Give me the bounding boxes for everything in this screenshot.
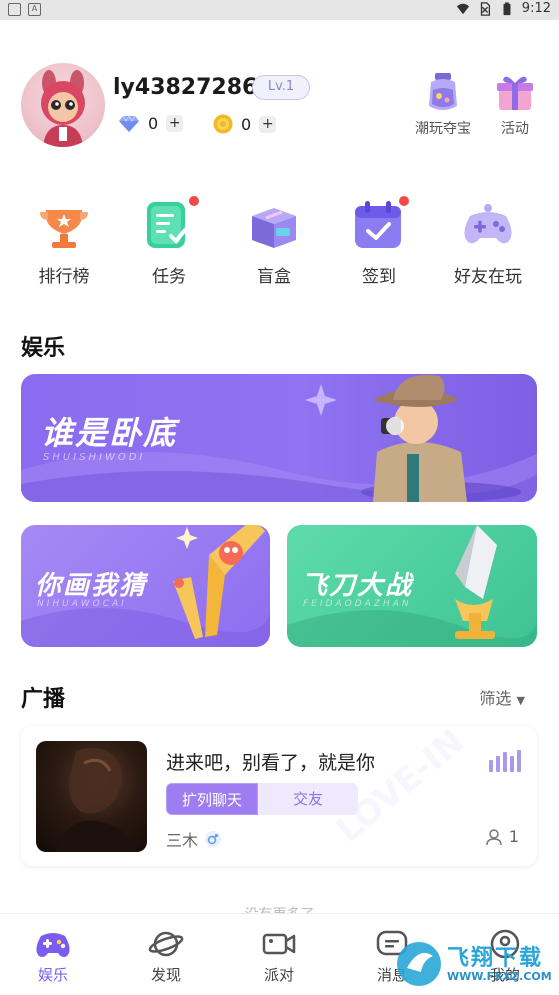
video-camera-icon: [262, 933, 296, 955]
filter-label: 筛选: [479, 689, 512, 708]
undercover-subtitle: SHUISHIWODI: [43, 452, 146, 463]
checkin-badge: [397, 194, 411, 208]
no-sim-icon: [480, 1, 490, 16]
gift-box-icon: [497, 76, 533, 110]
flying-knife-title: 飞刀大战: [301, 571, 414, 601]
tag-chat: 扩列聊天: [166, 783, 258, 815]
diamond-recharge-button[interactable]: +: [166, 115, 184, 132]
broadcast-text: 进来吧，别看了，就是你: [166, 752, 376, 774]
app-notification-icon: A: [28, 3, 41, 16]
notification-icon: [8, 3, 21, 16]
battery-icon: [503, 1, 511, 15]
broadcast-cover: [36, 741, 147, 852]
quick-task[interactable]: 任务: [124, 194, 214, 287]
diamond-count: 0: [148, 114, 159, 133]
diamond-icon: [119, 114, 139, 132]
owner-name: 三木: [166, 831, 199, 850]
filter-button[interactable]: 筛选 ▼: [479, 685, 525, 709]
quick-checkin[interactable]: 签到: [334, 194, 424, 287]
quick-blind-box[interactable]: 盲盒: [229, 198, 319, 287]
coin-count: 0: [241, 114, 252, 134]
diamond-balance: 0 +: [118, 114, 184, 133]
gamepad-icon: [464, 204, 512, 244]
treasure-button[interactable]: 潮玩夺宝: [408, 70, 478, 138]
quick-checkin-label: 签到: [362, 267, 396, 287]
status-bar: A 9:12: [0, 0, 559, 20]
coin-balance: 0 +: [213, 114, 277, 134]
trophy-icon: [40, 210, 88, 248]
flying-knife-subtitle: FEIDAODAZHAN: [303, 599, 412, 609]
gamepad-icon: [36, 933, 70, 957]
quick-friends-playing-label: 好友在玩: [454, 267, 522, 287]
tab-party[interactable]: 派对: [239, 928, 319, 985]
task-badge: [187, 194, 201, 208]
undercover-title: 谁是卧底: [41, 414, 178, 452]
avatar[interactable]: [21, 63, 105, 147]
coin-recharge-button[interactable]: +: [259, 115, 277, 133]
person-icon: [486, 828, 502, 845]
tab-party-label: 派对: [263, 966, 294, 984]
game-banner-undercover[interactable]: 谁是卧底 SHUISHIWODI: [21, 374, 537, 502]
quick-blind-box-label: 盲盒: [257, 267, 291, 287]
quick-task-label: 任务: [152, 267, 186, 287]
activity-label: 活动: [501, 121, 529, 137]
avatar-illustration: [41, 70, 85, 147]
listener-count: 1: [485, 827, 519, 846]
cover-illustration: [56, 748, 136, 852]
level-badge: Lv.1: [252, 75, 310, 100]
broadcast-title: 广播: [21, 687, 66, 712]
male-icon: [205, 831, 222, 847]
entertainment-title: 娱乐: [21, 336, 66, 361]
treasure-bottle-icon: [429, 73, 457, 110]
watermark-title: 飞翔下载: [447, 946, 544, 971]
caret-down-icon: ▼: [516, 694, 525, 707]
username: ly43827286: [113, 75, 258, 100]
game-banner-flying-knife[interactable]: 飞刀大战 FEIDAODAZHAN: [287, 525, 537, 647]
watermark-url: WWW.FXXZ.COM: [447, 970, 552, 983]
tab-entertainment-label: 娱乐: [37, 966, 68, 984]
listener-count-value: 1: [508, 827, 519, 846]
tab-discover[interactable]: 发现: [126, 928, 206, 985]
planet-icon: [148, 931, 184, 957]
status-time: 9:12: [521, 1, 551, 16]
audio-wave-icon: [489, 750, 521, 772]
coin-icon: [213, 114, 233, 134]
wifi-icon: [456, 3, 469, 14]
activity-button[interactable]: 活动: [480, 70, 550, 138]
broadcast-owner: 三木: [166, 827, 222, 851]
game-banner-draw-guess[interactable]: 你画我猜 NIHUAWOCAI: [21, 525, 270, 647]
broadcast-tags: 扩列聊天 交友: [166, 783, 358, 815]
draw-guess-subtitle: NIHUAWOCAI: [37, 599, 127, 609]
tag-friends: 交友: [258, 783, 358, 815]
quick-rank-label: 排行榜: [38, 267, 90, 287]
treasure-label: 潮玩夺宝: [415, 121, 471, 137]
broadcast-card[interactable]: LOVE-IN 进来吧，别看了，就是你 扩列聊天 交友 三木 1: [21, 726, 537, 866]
tab-entertainment[interactable]: 娱乐: [13, 928, 93, 985]
site-watermark: 飞翔下载 WWW.FXXZ.COM: [393, 938, 553, 990]
quick-rank[interactable]: 排行榜: [19, 198, 109, 287]
blind-box-icon: [252, 208, 296, 248]
draw-guess-title: 你画我猜: [35, 571, 148, 601]
quick-friends-playing[interactable]: 好友在玩: [443, 198, 533, 287]
tab-discover-label: 发现: [150, 966, 181, 984]
